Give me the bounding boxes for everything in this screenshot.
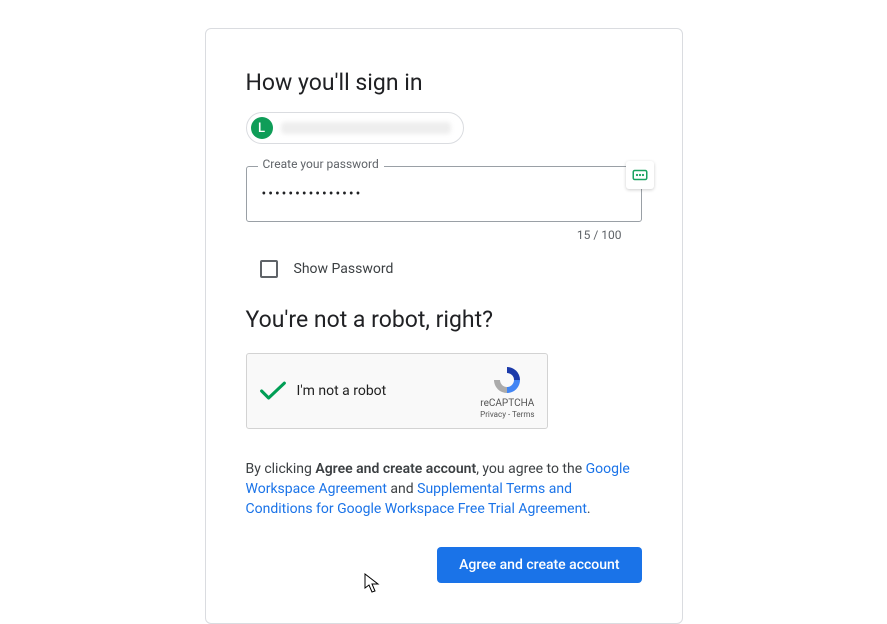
email-chip[interactable]: L (246, 112, 464, 144)
legal-bold: Agree and create account (315, 461, 476, 477)
password-manager-icon[interactable] (626, 161, 654, 189)
legal-text: By clicking Agree and create account, yo… (246, 459, 642, 519)
legal-mid2: and (387, 481, 417, 497)
show-password-checkbox[interactable] (260, 260, 278, 278)
password-field-wrapper: Create your password ••••••••••••••• (246, 166, 642, 222)
recaptcha-branding: reCAPTCHA Privacy - Terms (480, 364, 534, 419)
recaptcha-brand-text: reCAPTCHA (480, 398, 534, 409)
button-row: Agree and create account (246, 547, 642, 583)
password-char-count: 15 / 100 (246, 228, 642, 242)
password-label: Create your password (258, 157, 384, 171)
recaptcha-logo-icon (491, 364, 523, 396)
signin-heading: How you'll sign in (246, 69, 642, 96)
email-address (281, 122, 451, 134)
recaptcha-label: I'm not a robot (297, 383, 481, 399)
show-password-label: Show Password (294, 261, 394, 277)
legal-prefix: By clicking (246, 461, 316, 477)
recaptcha-checkmark-icon (259, 377, 287, 405)
legal-mid1: , you agree to the (476, 461, 585, 477)
agree-create-account-button[interactable]: Agree and create account (437, 547, 641, 583)
password-input[interactable] (246, 166, 642, 222)
robot-heading: You're not a robot, right? (246, 306, 642, 333)
signup-card: How you'll sign in L Create your passwor… (205, 28, 683, 624)
recaptcha-widget[interactable]: I'm not a robot reCAPTCHA Privacy - Term… (246, 353, 548, 429)
show-password-row: Show Password (260, 260, 642, 278)
cursor-icon (364, 573, 382, 595)
avatar: L (251, 117, 273, 139)
legal-suffix: . (587, 501, 591, 517)
recaptcha-privacy-links[interactable]: Privacy - Terms (480, 410, 534, 419)
